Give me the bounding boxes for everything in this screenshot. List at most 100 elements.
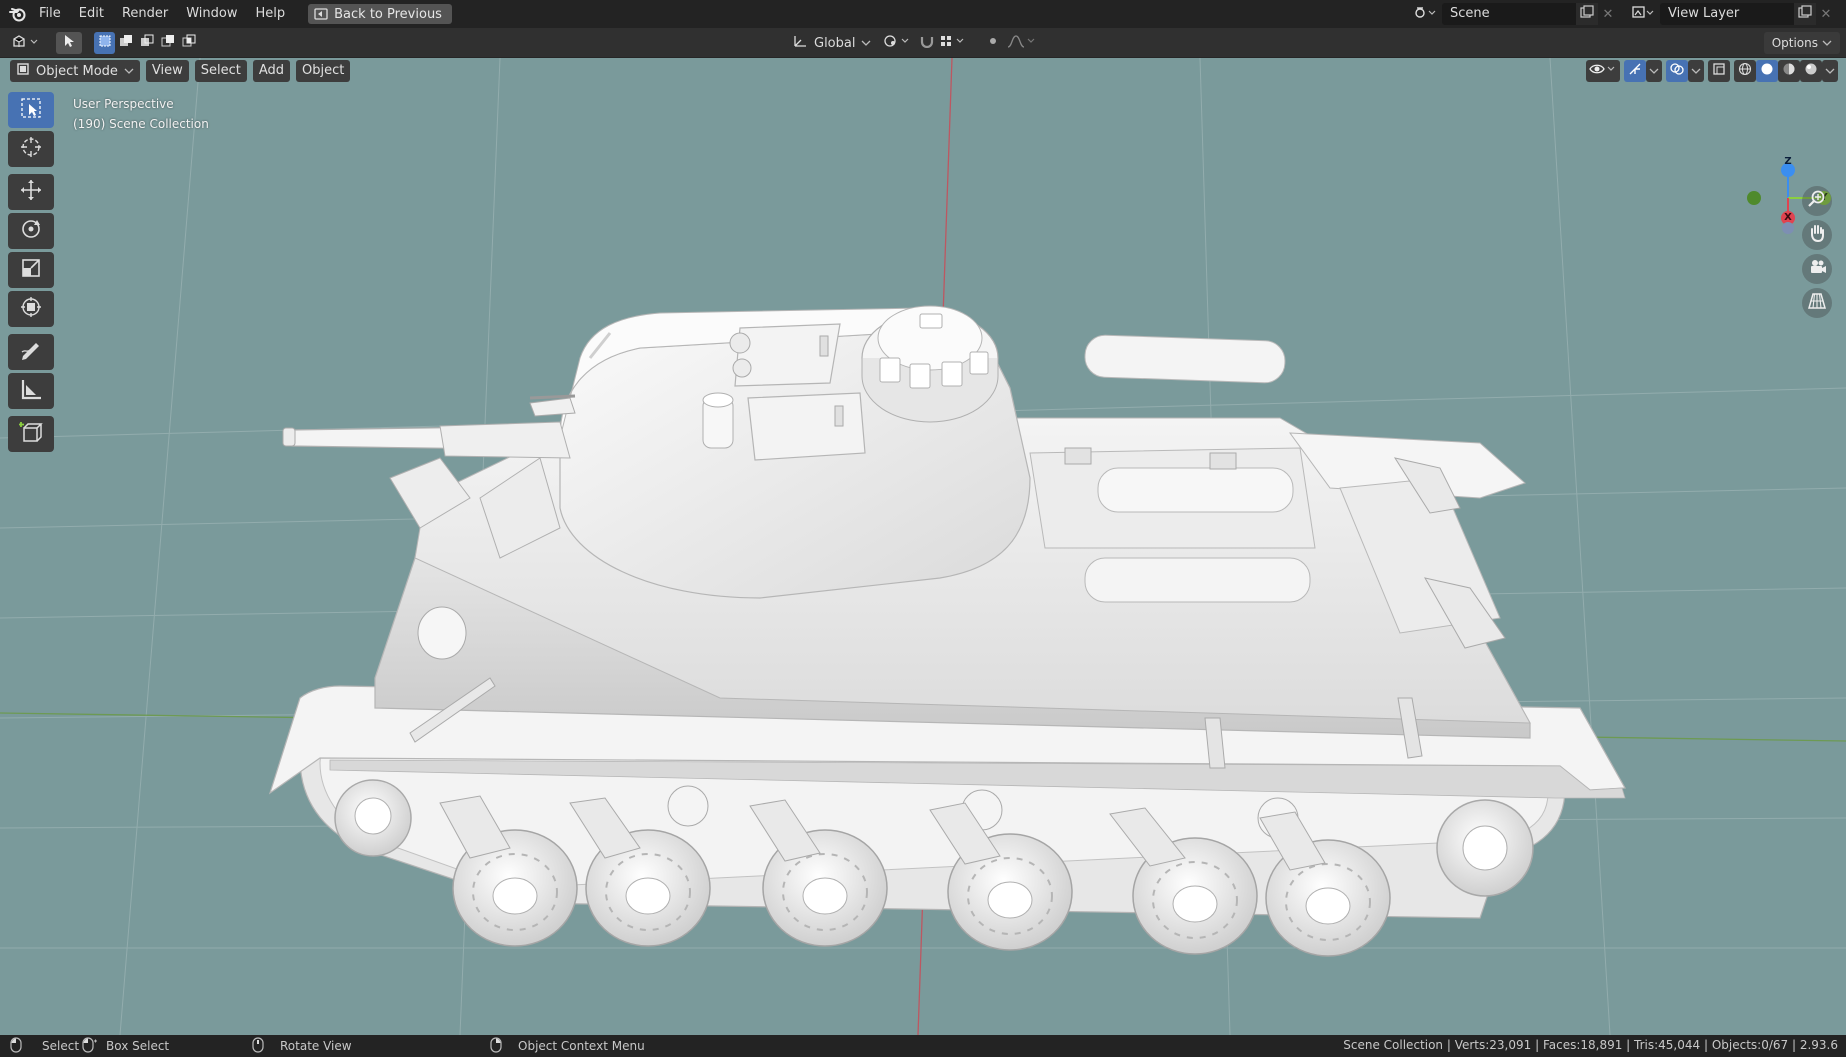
tool-annotate[interactable] [8,334,54,370]
new-view-layer-button[interactable] [1794,3,1816,25]
menu-render[interactable]: Render [113,0,177,28]
viewport-menu-view[interactable]: View [145,60,189,82]
viewport-shading-header [1586,60,1838,82]
new-scene-button[interactable] [1576,3,1598,25]
shading-wireframe-button[interactable] [1734,60,1756,82]
active-tool-button[interactable] [56,32,82,54]
proportional-editing-controls[interactable] [980,32,1040,54]
viewport-menu-object[interactable]: Object [296,60,351,82]
mode-extend-button[interactable] [115,32,136,54]
tool-transform[interactable] [8,291,54,327]
wireframe-sphere-icon [1738,62,1752,80]
blender-logo-icon[interactable] [6,4,30,24]
status-hint-context-menu: Object Context Menu [490,1036,645,1056]
visibility-dropdown[interactable] [1586,60,1620,82]
pan-view-button[interactable] [1802,220,1832,250]
options-dropdown[interactable]: Options [1763,32,1840,54]
overlays-toggle-button[interactable] [1666,60,1688,82]
view-layer-browse-button[interactable] [1626,3,1660,25]
status-box-select-label: Box Select [106,1039,170,1053]
transform-icon [19,295,43,323]
pivot-icon [882,34,912,52]
overlays-dropdown[interactable] [1688,60,1704,82]
close-icon: ✕ [1820,6,1832,22]
chevron-down-icon [124,64,134,79]
mode-intersect-button[interactable] [178,32,199,54]
top-menu-bar: File Edit Render Window Help Back to Pre… [0,0,1846,28]
view-layer-name-field[interactable]: View Layer [1660,3,1794,25]
camera-view-button[interactable] [1802,254,1832,284]
chevron-down-icon [1822,36,1832,50]
scene-render [0,58,1846,1035]
menu-file[interactable]: File [30,0,70,28]
tool-cursor[interactable] [8,131,54,167]
eye-icon [1589,62,1617,80]
tool-rotate[interactable] [8,213,54,249]
back-to-previous-label: Back to Previous [334,6,442,22]
gizmo-toggle-button[interactable] [1624,60,1646,82]
delete-view-layer-button[interactable]: ✕ [1816,3,1836,25]
scene-name-field[interactable]: Scene [1442,3,1576,25]
tool-measure[interactable] [8,373,54,409]
delete-scene-button[interactable]: ✕ [1598,3,1618,25]
select-invert-icon [161,34,175,52]
scene-collection-text: (190) Scene Collection [73,117,209,131]
pivot-point-dropdown[interactable] [880,32,914,54]
toggle-perspective-button[interactable] [1802,288,1832,318]
overlays-icon [1670,62,1684,80]
menu-window[interactable]: Window [177,0,246,28]
gizmo-dropdown[interactable] [1646,60,1662,82]
status-bar: Select Box Select Rotate View Object Con… [0,1035,1846,1057]
zoom-view-button[interactable] [1802,186,1832,216]
screen-back-icon [314,8,328,20]
mode-label: Object Mode [36,63,118,79]
annotate-pencil-icon [19,338,43,366]
rotate-icon [19,217,43,245]
editor-type-button[interactable] [8,32,44,54]
mode-invert-button[interactable] [157,32,178,54]
selection-mode-group [94,32,199,54]
select-intersect-icon [182,34,196,52]
viewport-menu-select[interactable]: Select [194,60,247,82]
measure-ruler-icon [19,377,43,405]
tank-model [268,305,1626,957]
shading-solid-button[interactable] [1756,60,1778,82]
tool-move[interactable] [8,174,54,210]
3d-viewport[interactable]: Z Y X Object Mode View Select Add Object [0,58,1846,1035]
gizmo-label-z[interactable]: Z [1782,156,1794,167]
transform-orientation-dropdown[interactable]: Global [786,32,877,54]
mouse-drag-icon [82,1036,98,1056]
mouse-right-icon [490,1036,502,1056]
duplicate-icon [1798,5,1812,23]
select-subtract-icon [140,34,154,52]
shading-dropdown[interactable] [1822,60,1838,82]
mode-set-button[interactable] [94,32,115,54]
menu-help[interactable]: Help [247,0,295,28]
tool-scale[interactable] [8,252,54,288]
scene-browse-button[interactable] [1408,3,1442,25]
options-label: Options [1771,36,1818,50]
back-to-previous-button[interactable]: Back to Previous [308,4,452,24]
status-context-label: Object Context Menu [518,1039,645,1053]
scene-selector: Scene ✕ [1408,3,1618,25]
status-hint-rotate: Rotate View [252,1036,352,1054]
tool-add-cube[interactable] [8,416,54,452]
interaction-mode-dropdown[interactable]: Object Mode [10,60,140,82]
rendered-sphere-icon [1804,62,1818,80]
menu-edit[interactable]: Edit [70,0,113,28]
tool-select-box[interactable] [8,92,54,128]
solid-sphere-icon [1760,62,1774,80]
mode-subtract-button[interactable] [136,32,157,54]
tool-settings-header: Global Options [0,28,1846,58]
shading-material-button[interactable] [1778,60,1800,82]
shading-rendered-button[interactable] [1800,60,1822,82]
status-hint-box-select: Box Select [82,1036,170,1056]
view-perspective-text: User Perspective [73,97,174,111]
viewport-menu-add[interactable]: Add [252,60,291,82]
xray-toggle-button[interactable] [1708,60,1730,82]
snapping-controls[interactable] [918,32,972,54]
material-sphere-icon [1782,62,1796,80]
view-layer-icon [1632,5,1654,23]
status-select-label: Select [42,1039,80,1053]
gizmo-label-x[interactable]: X [1782,212,1794,223]
